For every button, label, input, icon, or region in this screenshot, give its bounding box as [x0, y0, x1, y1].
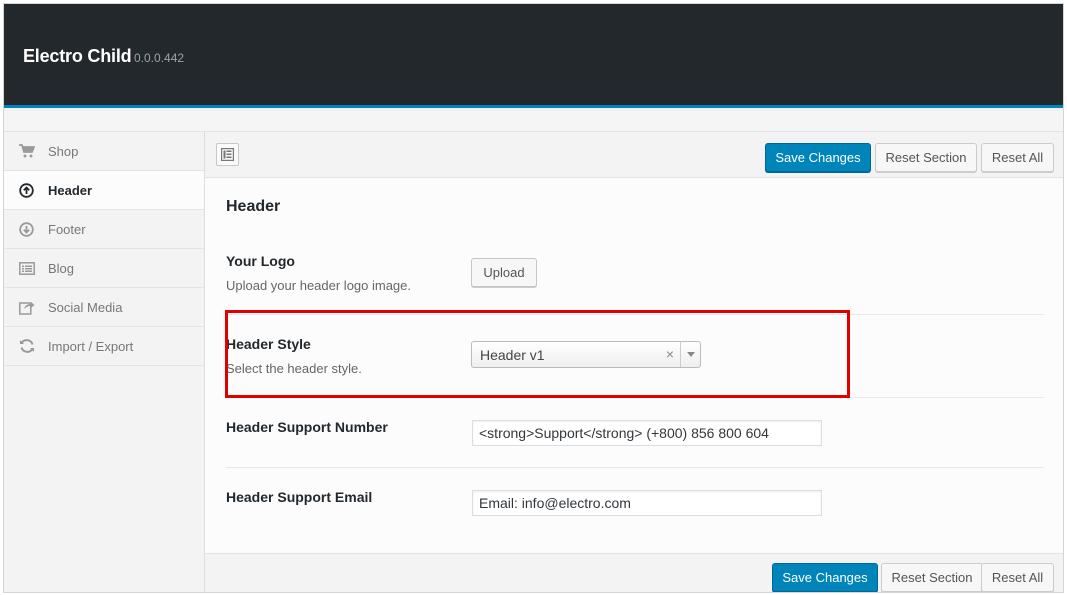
sidebar-item-blog[interactable]: Blog	[4, 249, 204, 288]
header-style-label: Header Style	[226, 336, 311, 352]
header-style-description: Select the header style.	[226, 361, 362, 376]
header-style-select[interactable]: Header v1 ×	[471, 341, 701, 368]
support-number-label: Header Support Number	[226, 419, 388, 435]
reset-all-button[interactable]: Reset All	[981, 143, 1054, 172]
sidebar-item-label: Footer	[48, 221, 86, 237]
refresh-icon	[18, 338, 35, 355]
cart-icon	[18, 143, 35, 160]
sidebar-item-label: Social Media	[48, 299, 123, 315]
chevron-down-icon[interactable]	[680, 342, 700, 367]
top-toolbar: Save Changes Reset Section Reset All	[205, 132, 1063, 178]
header-style-selected-value: Header v1	[480, 347, 545, 363]
options-panel: Electro Child 0.0.0.442 Shop Header Foot…	[3, 3, 1064, 593]
sub-header-bar	[4, 111, 1063, 132]
support-number-input[interactable]	[472, 420, 822, 446]
reset-section-button[interactable]: Reset Section	[881, 563, 983, 592]
app-version: 0.0.0.442	[134, 51, 185, 65]
support-email-label: Header Support Email	[226, 489, 373, 505]
arrow-down-circle-icon	[18, 221, 35, 238]
save-changes-button[interactable]: Save Changes	[765, 143, 871, 172]
sidebar-item-import-export[interactable]: Import / Export	[4, 327, 204, 366]
sidebar-item-footer[interactable]: Footer	[4, 210, 204, 249]
share-icon	[18, 299, 35, 316]
app-title: Electro Child	[23, 46, 132, 66]
sidebar-item-label: Shop	[48, 143, 79, 159]
reset-section-button[interactable]: Reset Section	[875, 143, 977, 172]
save-changes-button[interactable]: Save Changes	[772, 563, 878, 592]
sidebar: Shop Header Footer Blog Social Media Imp…	[4, 132, 205, 592]
section-title: Header	[226, 198, 281, 215]
arrow-up-circle-icon	[18, 182, 35, 199]
divider	[226, 314, 1044, 315]
support-email-input[interactable]	[472, 490, 822, 516]
sidebar-item-label: Blog	[48, 260, 75, 276]
grid-icon	[221, 148, 234, 161]
sidebar-item-shop[interactable]: Shop	[4, 132, 204, 171]
top-header-bar: Electro Child 0.0.0.442	[4, 4, 1063, 108]
logo-label: Your Logo	[226, 253, 295, 269]
logo-description: Upload your header logo image.	[226, 278, 412, 293]
main-panel: Save Changes Reset Section Reset All Hea…	[205, 132, 1063, 592]
upload-logo-button[interactable]: Upload	[471, 258, 537, 287]
list-icon	[18, 260, 35, 277]
sidebar-item-header[interactable]: Header	[4, 171, 204, 210]
expand-options-button[interactable]	[216, 143, 239, 166]
sidebar-item-label: Header	[48, 182, 93, 198]
reset-all-button[interactable]: Reset All	[981, 563, 1054, 592]
bottom-toolbar: Save Changes Reset Section Reset All	[205, 553, 1063, 592]
sidebar-item-social-media[interactable]: Social Media	[4, 288, 204, 327]
clear-icon[interactable]: ×	[666, 346, 674, 362]
divider	[226, 397, 1044, 398]
sidebar-item-label: Import / Export	[48, 338, 134, 354]
divider	[226, 467, 1044, 468]
